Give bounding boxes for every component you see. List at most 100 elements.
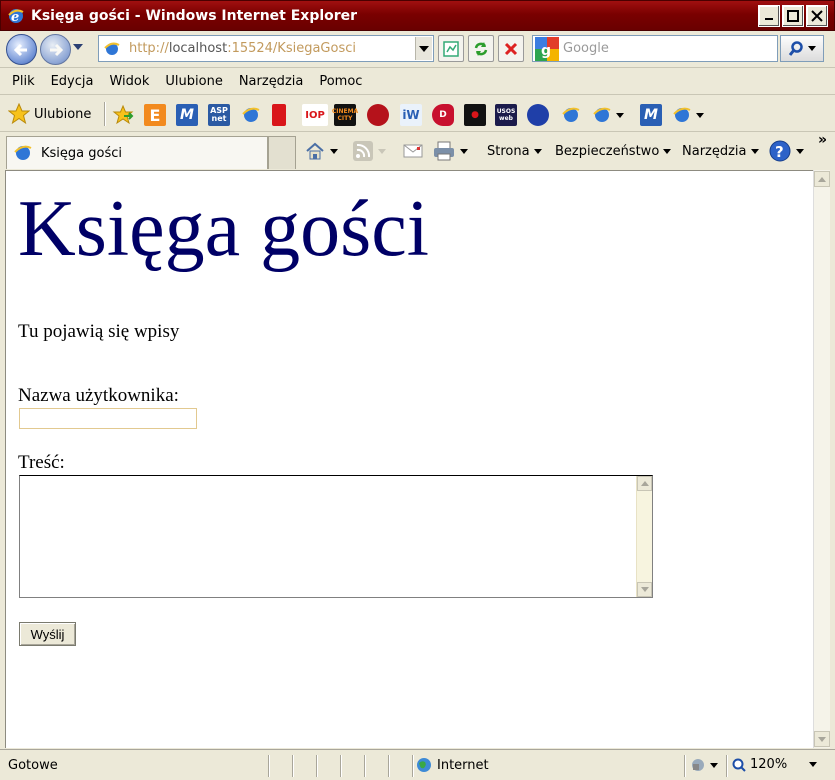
ie-page-icon xyxy=(14,145,32,160)
status-divider xyxy=(268,755,270,777)
favorites-button[interactable]: Ulubione xyxy=(8,103,91,125)
security-menu-button[interactable]: Bezpieczeństwo xyxy=(555,138,672,164)
print-button[interactable] xyxy=(432,138,468,164)
scroll-up-arrow-icon[interactable] xyxy=(637,476,652,491)
red-bookmark-icon[interactable] xyxy=(272,104,286,126)
window-title: Księga gości - Windows Internet Explorer xyxy=(31,7,358,24)
security-zone[interactable]: Internet xyxy=(416,757,489,773)
zoom-level: 120% xyxy=(750,757,788,772)
content-textarea[interactable] xyxy=(19,475,653,598)
blogger-e-icon[interactable]: E xyxy=(144,104,166,126)
ie-page-icon xyxy=(104,42,120,55)
tools-menu-button[interactable]: Narzędzia xyxy=(682,138,759,164)
page-menu-label: Strona xyxy=(487,143,530,159)
minimize-button[interactable] xyxy=(758,5,780,27)
menu-help[interactable]: Pomoc xyxy=(319,74,362,89)
cinema-city-icon[interactable]: CINEMA CITY xyxy=(332,104,358,126)
status-divider xyxy=(364,755,366,777)
chevron-down-icon xyxy=(378,148,386,154)
close-icon xyxy=(811,10,823,22)
lock-globe-icon xyxy=(692,759,704,771)
menu-favorites[interactable]: Ulubione xyxy=(165,74,222,89)
content-label: Treść: xyxy=(18,452,65,473)
search-options-chevron-icon[interactable] xyxy=(808,46,816,51)
page-menu-button[interactable]: Strona xyxy=(487,138,542,164)
username-input[interactable] xyxy=(19,408,197,429)
entries-placeholder: Tu pojawią się wpisy xyxy=(18,321,180,342)
ie-logo-icon: e xyxy=(8,8,24,25)
tab-title: Księga gości xyxy=(41,145,122,161)
ie-page-icon[interactable] xyxy=(560,104,582,126)
svg-text:g: g xyxy=(541,43,551,59)
address-bar[interactable]: http://localhost:15524/KsiegaGosci xyxy=(98,35,434,62)
compatibility-view-button[interactable] xyxy=(438,35,464,62)
feeds-button[interactable] xyxy=(352,138,386,164)
usos-web-icon[interactable]: USOS web xyxy=(495,104,517,126)
history-dropdown[interactable] xyxy=(73,44,83,50)
username-label: Nazwa użytkownika: xyxy=(18,385,179,406)
compatibility-icon xyxy=(443,40,459,57)
iw-icon[interactable]: iW xyxy=(400,104,422,126)
tab-ksiega-gosci[interactable]: Księga gości xyxy=(6,136,268,169)
chevron-down-icon xyxy=(710,762,718,768)
search-box[interactable]: g Google xyxy=(532,35,778,62)
shield-icon[interactable] xyxy=(367,104,389,126)
security-menu-label: Bezpieczeństwo xyxy=(555,143,660,159)
status-divider xyxy=(684,755,686,777)
aspnet-icon[interactable]: ASP net xyxy=(208,104,230,126)
ie-folder-dropdown[interactable] xyxy=(592,104,632,126)
red-d-icon[interactable]: D xyxy=(432,104,454,126)
menu-tools[interactable]: Narzędzia xyxy=(239,74,304,89)
menu-view[interactable]: Widok xyxy=(109,74,149,89)
globe-icon xyxy=(417,758,431,772)
sonic-icon[interactable] xyxy=(527,104,549,126)
ie-page-icon[interactable] xyxy=(240,104,262,126)
address-url[interactable]: http://localhost:15524/KsiegaGosci xyxy=(129,41,356,56)
scroll-down-arrow-icon[interactable] xyxy=(814,731,830,747)
tab-bar: Księga gości Strona Bezpieczeństwo Narzę… xyxy=(0,132,835,170)
menu-file[interactable]: Plik xyxy=(12,74,35,89)
m-icon[interactable]: M xyxy=(640,104,662,126)
chevron-down-icon xyxy=(330,148,338,154)
status-divider xyxy=(292,755,294,777)
maximize-button[interactable] xyxy=(782,5,804,27)
toolbar-overflow-chevron-icon[interactable]: » xyxy=(818,132,827,148)
scroll-up-arrow-icon[interactable] xyxy=(814,171,830,187)
forward-arrow-icon xyxy=(50,43,64,57)
new-tab-button[interactable] xyxy=(268,136,296,169)
chevron-down-icon xyxy=(750,148,759,154)
google-icon: g xyxy=(535,36,559,61)
search-button[interactable] xyxy=(780,35,824,62)
scroll-down-arrow-icon[interactable] xyxy=(637,582,652,597)
menu-edit[interactable]: Edycja xyxy=(51,74,94,89)
status-divider xyxy=(412,755,414,777)
submit-button[interactable]: Wyślij xyxy=(19,622,76,646)
minimize-icon xyxy=(765,18,773,20)
title-bar: e Księga gości - Windows Internet Explor… xyxy=(0,0,835,31)
address-dropdown-button[interactable] xyxy=(415,37,432,60)
ie-folder-dropdown[interactable] xyxy=(672,104,712,126)
ie-page-icon xyxy=(673,107,691,122)
m-icon[interactable]: M xyxy=(176,104,198,126)
home-button[interactable] xyxy=(304,138,338,164)
pacman-icon[interactable]: ● xyxy=(464,104,486,126)
page-scrollbar[interactable] xyxy=(813,170,830,748)
chevron-down-icon xyxy=(533,148,542,154)
maximize-icon xyxy=(787,10,799,22)
zoom-button[interactable]: 120% xyxy=(732,757,818,772)
stop-button[interactable] xyxy=(498,35,524,62)
iop-icon[interactable]: IOP xyxy=(302,104,328,126)
protected-mode-button[interactable] xyxy=(690,757,718,773)
read-mail-button[interactable] xyxy=(402,138,424,164)
chevron-down-icon xyxy=(809,762,818,767)
close-button[interactable] xyxy=(806,5,828,27)
textarea-scrollbar[interactable] xyxy=(636,476,652,597)
menu-bar: Plik Edycja Widok Ulubione Narzędzia Pom… xyxy=(0,68,835,95)
add-favorite-icon[interactable] xyxy=(112,104,134,126)
refresh-button[interactable] xyxy=(468,35,494,62)
status-bar: Gotowe Internet 120% xyxy=(0,749,835,780)
help-button[interactable]: ? xyxy=(768,138,804,164)
forward-button[interactable] xyxy=(40,34,71,65)
back-button[interactable] xyxy=(6,34,37,65)
chevron-down-icon xyxy=(419,45,429,52)
